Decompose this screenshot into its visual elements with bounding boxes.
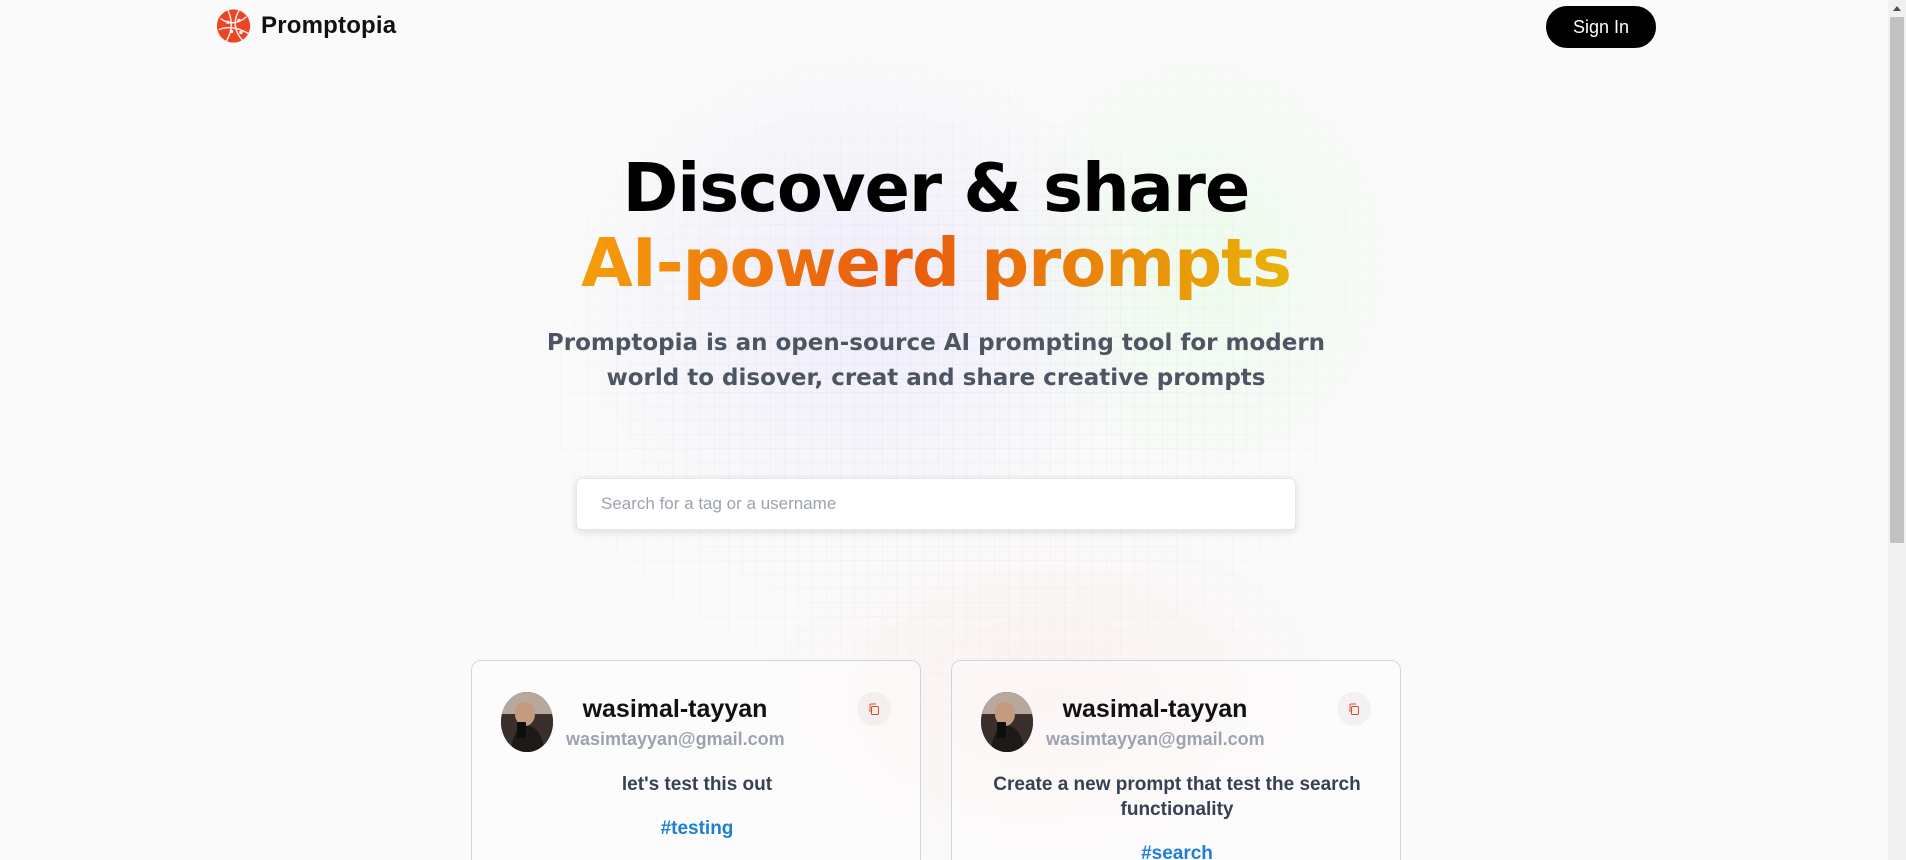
- prompt-card: wasimal-tayyan wasimtayyan@gmail.com Cre…: [951, 660, 1401, 860]
- hero-title-line1: Discover & share: [622, 149, 1251, 227]
- navbar: Promptopia Sign In: [0, 0, 1888, 54]
- sign-in-button[interactable]: Sign In: [1546, 6, 1656, 48]
- username: wasimal-tayyan: [582, 695, 768, 723]
- scrollbar-thumb[interactable]: [1890, 17, 1904, 543]
- scrollbar[interactable]: [1888, 0, 1906, 860]
- search-input[interactable]: [576, 478, 1296, 530]
- hero-title-gradient: AI-powerd prompts: [581, 224, 1292, 302]
- prompt-tag[interactable]: #testing: [472, 818, 922, 840]
- prompt-card: wasimal-tayyan wasimtayyan@gmail.com let…: [471, 660, 921, 860]
- prompt-text: Create a new prompt that test the search…: [993, 774, 1361, 820]
- scroll-up-arrow-icon[interactable]: [1888, 0, 1906, 16]
- user-photo: [501, 692, 553, 752]
- copy-icon: [1349, 703, 1359, 715]
- user-email: wasimtayyan@gmail.com: [1046, 729, 1265, 749]
- avatar[interactable]: [981, 692, 1033, 752]
- page: Promptopia Sign In Discover & share AI-p…: [0, 0, 1906, 860]
- globe-network-icon: [216, 9, 251, 43]
- brand-name: Promptopia: [261, 12, 397, 39]
- username: wasimal-tayyan: [1062, 695, 1248, 723]
- copy-icon: [869, 703, 879, 715]
- copy-button[interactable]: [1337, 692, 1371, 726]
- copy-button[interactable]: [857, 692, 891, 726]
- user-photo: [981, 692, 1033, 752]
- hero-title: Discover & share AI-powerd prompts: [0, 150, 1872, 300]
- hero-subtitle: Promptopia is an open-source AI promptin…: [546, 330, 1326, 391]
- prompt-text: let's test this out: [621, 774, 773, 795]
- hero: Discover & share AI-powerd prompts Promp…: [0, 150, 1872, 396]
- avatar[interactable]: [501, 692, 553, 752]
- prompt-tag[interactable]: #search: [952, 843, 1402, 860]
- home-link[interactable]: Promptopia: [215, 7, 396, 45]
- user-email: wasimtayyan@gmail.com: [566, 729, 785, 749]
